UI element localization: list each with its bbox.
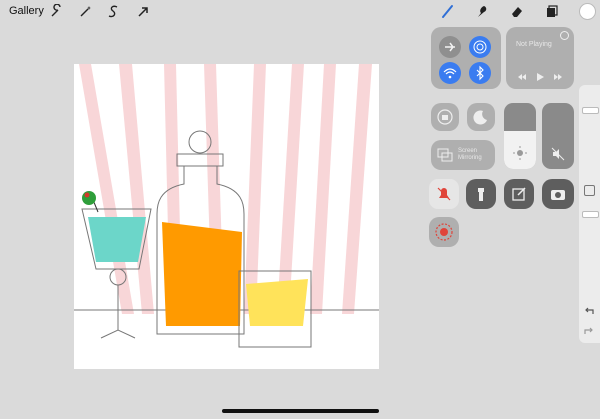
silent-mode-toggle[interactable]	[429, 179, 459, 209]
screen-mirroring-label-2: Mirroring	[458, 155, 482, 161]
flashlight-icon	[478, 188, 484, 201]
wrench-icon[interactable]	[49, 4, 64, 19]
redo-icon[interactable]	[583, 325, 595, 337]
wifi-icon[interactable]	[439, 62, 461, 84]
do-not-disturb-toggle[interactable]	[467, 103, 495, 131]
brush-icon[interactable]	[440, 4, 455, 19]
screen-record-button[interactable]	[429, 217, 459, 247]
airplay-icon[interactable]	[560, 31, 569, 40]
screen-mirroring-label-1: Screen	[458, 148, 478, 154]
screen-mirroring-icon	[437, 148, 453, 162]
previous-icon	[518, 74, 526, 80]
selection-s-icon[interactable]	[106, 4, 121, 19]
screen-mirroring-button[interactable]: Screen Mirroring	[431, 140, 495, 170]
media-panel: Not Playing	[506, 27, 574, 89]
flashlight-button[interactable]	[466, 179, 496, 209]
layers-icon[interactable]	[544, 4, 559, 19]
notes-icon	[512, 187, 526, 201]
home-indicator[interactable]	[222, 409, 379, 413]
camera-button[interactable]	[542, 179, 574, 209]
brightness-slider[interactable]	[504, 103, 536, 169]
airdrop-icon[interactable]	[469, 36, 491, 58]
notes-button[interactable]	[504, 179, 534, 209]
moon-icon	[473, 110, 487, 125]
rotation-lock-icon	[437, 109, 453, 125]
bell-mute-icon	[437, 187, 451, 201]
eraser-icon[interactable]	[509, 4, 524, 19]
bluetooth-icon[interactable]	[469, 62, 491, 84]
top-toolbar: Gallery	[0, 0, 600, 24]
camera-icon	[551, 190, 565, 200]
airplane-mode-icon[interactable]	[439, 36, 461, 58]
rotation-lock-toggle[interactable]	[431, 103, 459, 131]
opacity-slider[interactable]	[582, 211, 599, 218]
magic-wand-icon[interactable]	[78, 4, 93, 19]
screen-record-icon	[435, 223, 453, 241]
smudge-icon[interactable]	[474, 4, 489, 19]
color-icon[interactable]	[579, 3, 596, 20]
artwork-illustration	[74, 64, 379, 348]
media-status: Not Playing	[516, 41, 552, 48]
sidebar-sliders	[579, 85, 600, 343]
next-icon	[554, 74, 562, 80]
drawing-canvas[interactable]	[74, 64, 379, 369]
sun-icon	[513, 146, 527, 160]
undo-icon[interactable]	[583, 305, 595, 317]
transform-arrow-icon[interactable]	[136, 4, 151, 19]
square-modify-icon[interactable]	[584, 185, 595, 196]
play-icon	[537, 73, 544, 81]
connectivity-panel	[431, 27, 501, 89]
brush-size-slider[interactable]	[582, 107, 599, 114]
gallery-button[interactable]: Gallery	[9, 5, 44, 17]
media-controls	[516, 69, 564, 81]
volume-slider[interactable]	[542, 103, 574, 169]
speaker-mute-icon	[551, 147, 565, 161]
